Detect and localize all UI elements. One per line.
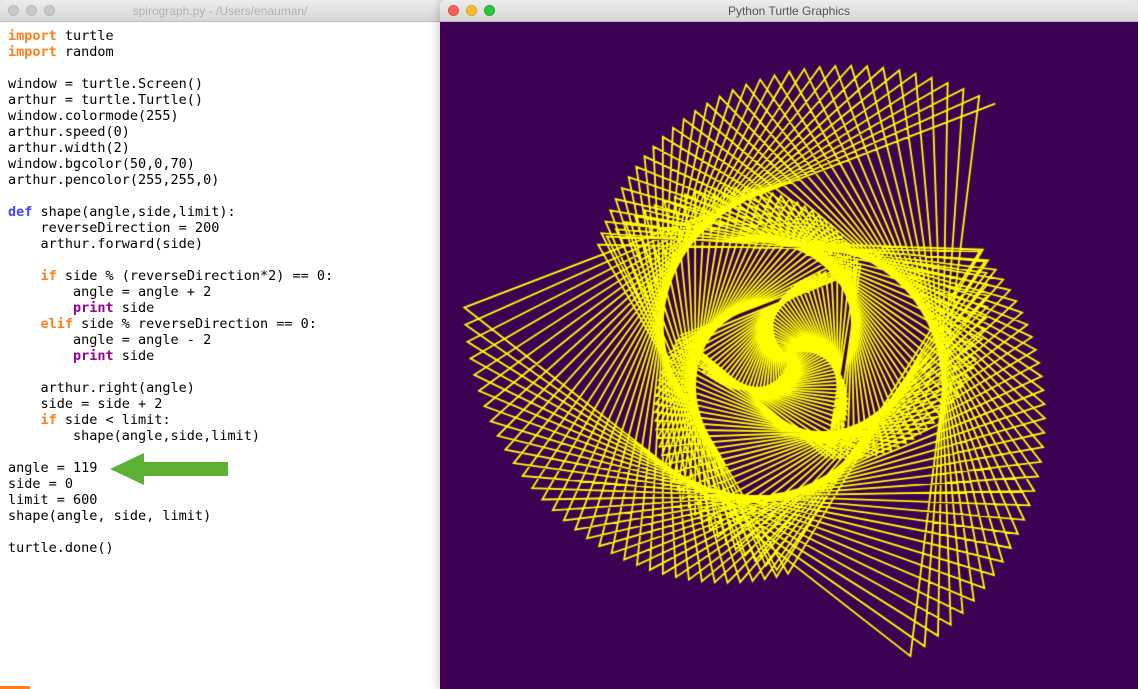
code-line [8, 60, 432, 76]
code-line: angle = angle + 2 [8, 284, 432, 300]
editor-title: spirograph.py - /Users/enauman/ [0, 4, 440, 18]
code-line: arthur.right(angle) [8, 380, 432, 396]
code-line: arthur.forward(side) [8, 236, 432, 252]
code-line: side = side + 2 [8, 396, 432, 412]
code-line: angle = angle - 2 [8, 332, 432, 348]
minimize-icon[interactable] [466, 5, 477, 16]
turtle-titlebar[interactable]: Python Turtle Graphics [440, 0, 1138, 22]
traffic-lights-inactive [0, 0, 55, 21]
code-line: window.colormode(255) [8, 108, 432, 124]
code-line: side = 0 [8, 476, 432, 492]
zoom-icon[interactable] [44, 5, 55, 16]
minimize-icon[interactable] [26, 5, 37, 16]
zoom-icon[interactable] [484, 5, 495, 16]
code-line: window = turtle.Screen() [8, 76, 432, 92]
code-line [8, 188, 432, 204]
code-line: window.bgcolor(50,0,70) [8, 156, 432, 172]
code-line: if side < limit: [8, 412, 432, 428]
code-line: elif side % reverseDirection == 0: [8, 316, 432, 332]
code-line: limit = 600 [8, 492, 432, 508]
editor-titlebar[interactable]: spirograph.py - /Users/enauman/ [0, 0, 440, 22]
code-line: print side [8, 300, 432, 316]
close-icon[interactable] [8, 5, 19, 16]
code-line: import turtle [8, 28, 432, 44]
code-line [8, 444, 432, 460]
code-line: arthur.width(2) [8, 140, 432, 156]
code-line [8, 524, 432, 540]
turtle-canvas-wrap [440, 22, 1138, 689]
code-line: if side % (reverseDirection*2) == 0: [8, 268, 432, 284]
code-line: arthur = turtle.Turtle() [8, 92, 432, 108]
turtle-title: Python Turtle Graphics [440, 4, 1138, 18]
code-line [8, 364, 432, 380]
code-editor-content[interactable]: import turtleimport random window = turt… [0, 22, 440, 689]
close-icon[interactable] [448, 5, 459, 16]
code-line: shape(angle, side, limit) [8, 508, 432, 524]
editor-window[interactable]: spirograph.py - /Users/enauman/ import t… [0, 0, 440, 689]
code-line: arthur.pencolor(255,255,0) [8, 172, 432, 188]
code-line: print side [8, 348, 432, 364]
code-line: reverseDirection = 200 [8, 220, 432, 236]
code-line: def shape(angle,side,limit): [8, 204, 432, 220]
code-line [8, 252, 432, 268]
turtle-window[interactable]: Python Turtle Graphics [440, 0, 1138, 689]
code-line: turtle.done() [8, 540, 432, 556]
desktop: spirograph.py - /Users/enauman/ import t… [0, 0, 1138, 689]
code-line: import random [8, 44, 432, 60]
code-line: shape(angle,side,limit) [8, 428, 432, 444]
code-line: angle = 119 [8, 460, 432, 476]
turtle-canvas [456, 22, 1123, 689]
traffic-lights [440, 0, 495, 21]
code-line: arthur.speed(0) [8, 124, 432, 140]
